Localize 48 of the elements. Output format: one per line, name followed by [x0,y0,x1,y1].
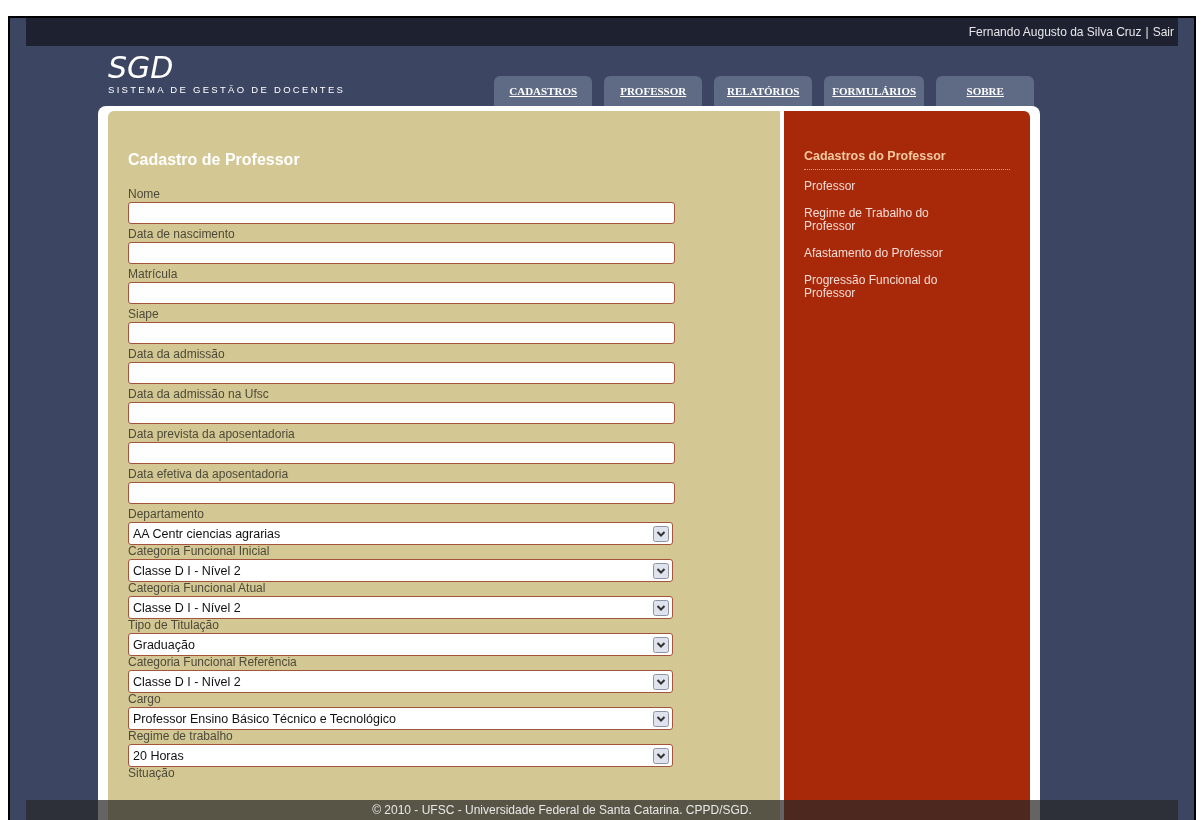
nav-tab[interactable]: CADASTROS [494,76,593,106]
nav-tab[interactable]: SOBRE [936,76,1035,106]
nav-tab[interactable]: RELATÓRIOS [714,76,813,106]
select-field[interactable]: Classe D I - Nível 2 [128,670,673,693]
field-label: Data da admissão na Ufsc [128,387,270,402]
user-name: Fernando Augusto da Silva Cruz [968,25,1142,39]
sidebar-link[interactable]: Regime de Trabalho do Professor [804,207,1010,233]
sidebar-link[interactable]: Progressão Funcional do Professor [804,274,1010,300]
logo-title: SGD [108,54,175,82]
select-field[interactable]: Professor Ensino Básico Técnico e Tecnológico [128,707,673,730]
field-label: Data de nascimento [128,227,236,242]
form-title: Cadastro de Professor [128,151,301,169]
logout-link[interactable]: Sair [1152,25,1174,39]
field-label: Categoria Funcional Inicial [128,544,271,559]
text-field[interactable] [128,322,675,344]
field-label: Categoria Funcional Referência [128,655,298,670]
separator-text: | [1145,25,1149,39]
sidebar-link[interactable]: Professor [804,180,1010,193]
field-label: Siape [128,307,160,322]
select-field[interactable]: Classe D I - Nível 2 [128,559,673,582]
field-label: Data prevista da aposentadoria [128,427,296,442]
nav-tab[interactable]: PROFESSOR [604,76,703,106]
text-field[interactable] [128,282,675,304]
select-field[interactable]: AA Centr ciencias agrarias [128,522,673,545]
field-label: Categoria Funcional Atual [128,581,267,596]
select-field[interactable]: 20 Horas [128,744,673,767]
copyright-text: © 2010 - UFSC - Universidade Federal de Santa Catarina. CPPD/SGD. [372,803,752,817]
field-label: Nome [128,187,161,202]
field-label: Situação [128,766,176,781]
select-field[interactable]: Classe D I - Nível 2 [128,596,673,619]
logo-subtitle: SISTEMA DE GESTÃO DE DOCENTES [108,84,346,95]
text-field[interactable] [128,402,675,424]
field-label: Departamento [128,507,206,522]
text-field[interactable] [128,202,675,224]
text-field[interactable] [128,482,675,504]
text-field[interactable] [128,242,675,264]
select-field[interactable]: Graduação [128,633,673,656]
field-label: Cargo [128,692,162,707]
field-label: Data efetiva da aposentadoria [128,467,290,482]
field-label: Matrícula [128,267,179,282]
sidebar-link[interactable]: Afastamento do Professor [804,247,1010,260]
text-field[interactable] [128,442,675,464]
sidebar-title: Cadastros do Professor [804,149,1010,170]
field-label: Data da admissão [128,347,226,362]
field-label: Tipo de Titulação [128,618,220,633]
nav-tab[interactable]: FORMULÁRIOS [824,76,925,106]
field-label: Regime de trabalho [128,729,234,744]
text-field[interactable] [128,362,675,384]
